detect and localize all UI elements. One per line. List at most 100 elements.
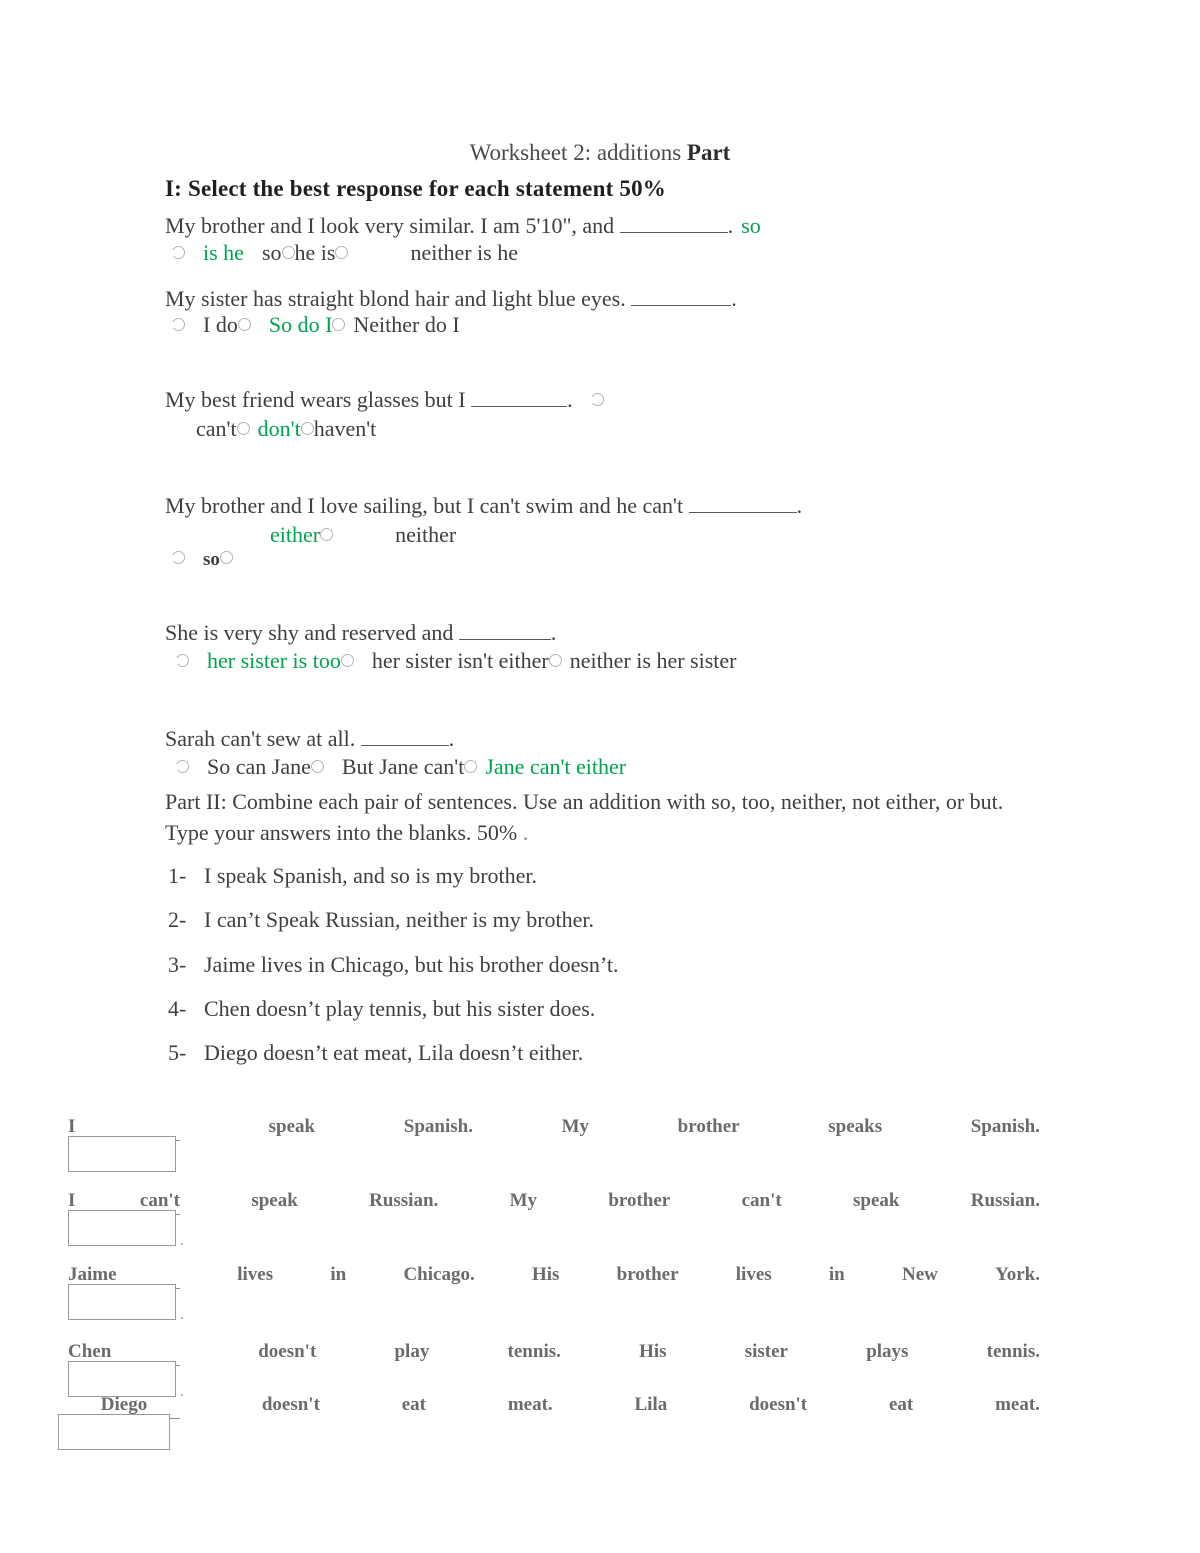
page-title: Worksheet 2: additions Part <box>165 140 1035 166</box>
question-4-options-upper: either neither <box>270 522 456 548</box>
exercise-row-3-input[interactable] <box>68 1284 176 1320</box>
exercise-row-3: Jaime lives in Chicago. His brother live… <box>68 1264 1040 1289</box>
question-2-option-1-label[interactable]: I do <box>203 312 238 337</box>
question-4-option-3-label[interactable]: so <box>203 549 220 570</box>
exercise-row-5: Diego doesn't eat meat. Lila doesn't eat… <box>68 1394 1040 1419</box>
exercise-row-3-word-1: lives <box>237 1264 274 1285</box>
exercise-row-5-word-4: Lila <box>634 1394 668 1415</box>
exercise-row-1-word-4: brother <box>677 1116 740 1137</box>
question-4-radio-3[interactable] <box>219 551 233 564</box>
question-5-stem: She is very shy and reserved and . <box>165 620 556 646</box>
exercise-row-5-word-7: meat. <box>995 1394 1040 1415</box>
exercise-row-4-word-7: tennis. <box>986 1341 1040 1362</box>
part2-answer-2-text: I can’t Speak Russian, neither is my bro… <box>204 907 595 932</box>
exercise-row-2-input[interactable] <box>68 1210 176 1246</box>
question-4-radio-2[interactable] <box>320 528 334 541</box>
question-3-options: can't don't haven't <box>196 416 376 442</box>
question-5-stem-after: . <box>550 620 557 645</box>
question-3-radio-3[interactable] <box>300 422 314 435</box>
question-4-radio-1[interactable] <box>171 551 185 564</box>
exercise-row-5-input[interactable] <box>58 1414 170 1450</box>
exercise-row-3-word-6: lives <box>735 1264 772 1285</box>
question-3-radio-2[interactable] <box>236 422 250 435</box>
question-2-radio-3[interactable] <box>332 318 346 331</box>
question-6-radio-1[interactable] <box>175 760 189 773</box>
question-6-option-3-label[interactable]: Jane can't either <box>485 754 626 779</box>
question-1-stem-after: . <box>727 213 734 238</box>
exercise-row-2-word-2: Russian. <box>369 1190 439 1211</box>
question-1-stem: My brother and I look very similar. I am… <box>165 213 761 239</box>
question-1-stem-text: My brother and I look very similar. I am… <box>165 213 620 238</box>
question-6-blank <box>360 728 449 746</box>
question-5-radio-2[interactable] <box>340 654 354 667</box>
question-2-option-2-label[interactable]: So do I <box>269 312 333 337</box>
question-6-radio-2[interactable] <box>310 760 324 773</box>
question-1-option-4-label[interactable]: neither is he <box>410 240 518 265</box>
exercise-row-1-word-2: Spanish. <box>403 1116 473 1137</box>
question-2-option-3-label[interactable]: Neither do I <box>353 312 459 337</box>
exercise-row-4-word-2: play <box>394 1341 430 1362</box>
exercise-row-3-word-3: Chicago. <box>403 1264 475 1285</box>
exercise-row-1-word-3: My <box>561 1116 590 1137</box>
question-3-option-2-label[interactable]: don't <box>258 416 301 441</box>
question-4-stem-text: My brother and I love sailing, but I can… <box>165 493 689 518</box>
part2-answer-3-text: Jaime lives in Chicago, but his brother … <box>204 952 619 977</box>
exercise-row-3-word-9: York. <box>995 1264 1040 1285</box>
question-2-stem-after: . <box>731 286 737 311</box>
question-1-radio-1[interactable] <box>171 246 185 259</box>
worksheet-page: Worksheet 2: additions Part I: Select th… <box>0 0 1200 1553</box>
part2-answer-4: 4- Chen doesn’t play tennis, but his sist… <box>168 996 595 1022</box>
exercise-row-2-word-5: can't <box>741 1190 782 1211</box>
exercise-row-2-word-1: speak <box>251 1190 298 1211</box>
part2-answer-3-number: 3- <box>168 952 187 977</box>
question-1-option-1-label[interactable]: is he <box>203 240 244 265</box>
question-6-option-1-label[interactable]: So can Jane <box>207 754 311 779</box>
question-5-option-1-label[interactable]: her sister is too <box>207 648 341 673</box>
exercise-row-5-word-6: eat <box>888 1394 914 1415</box>
question-4-option-2-label[interactable]: neither <box>395 522 456 547</box>
question-3-option-3-label[interactable]: haven't <box>314 416 377 441</box>
part2-instructions: Part II: Combine each pair of sentences.… <box>165 786 1037 848</box>
question-2-radio-2[interactable] <box>237 318 251 331</box>
part2-answer-4-text: Chen doesn’t play tennis, but his sister… <box>204 996 596 1021</box>
question-4-blank <box>688 495 797 513</box>
question-5-radio-3[interactable] <box>548 654 562 667</box>
question-2-blank <box>631 288 732 306</box>
exercise-row-2-word-3: My <box>509 1190 538 1211</box>
question-2-stem-text: My sister has straight blond hair and li… <box>165 286 632 311</box>
question-3-stem: My best friend wears glasses but I . <box>165 387 604 413</box>
question-2-options: I do So do I Neither do I <box>171 312 460 338</box>
exercise-row-1-word-6: Spanish. <box>970 1116 1040 1137</box>
question-1-option-3-label[interactable]: he is <box>295 240 336 265</box>
exercise-row-2-word-6: speak <box>852 1190 900 1211</box>
exercise-row-2-trailing-dot: . <box>180 1232 184 1249</box>
question-1-radio-2[interactable] <box>281 246 295 259</box>
question-6-option-2-label[interactable]: But Jane can't <box>342 754 464 779</box>
exercise-row-4-word-1: doesn't <box>258 1341 317 1362</box>
exercise-row-3-word-7: in <box>828 1264 845 1285</box>
exercise-row-5-word-1: doesn't <box>261 1394 320 1415</box>
question-5-stem-text: She is very shy and reserved and <box>165 620 459 645</box>
question-5-radio-1[interactable] <box>175 654 189 667</box>
question-3-option-1-label[interactable]: can't <box>196 416 237 441</box>
question-6-options: So can Jane But Jane can't Jane can't eith… <box>175 754 626 780</box>
question-4-stem: My brother and I love sailing, but I can… <box>165 493 802 519</box>
part2-answer-1-text: I speak Spanish, and so is my brother. <box>204 863 538 888</box>
question-2-radio-1[interactable] <box>171 318 185 331</box>
question-1-radio-3[interactable] <box>335 246 349 259</box>
part2-instructions-text: Part II: Combine each pair of sentences.… <box>165 789 1004 845</box>
exercise-row-5-word-5: doesn't <box>749 1394 808 1415</box>
question-3-radio-1[interactable] <box>590 393 604 406</box>
exercise-row-4-input[interactable] <box>68 1361 176 1397</box>
exercise-row-4-word-3: tennis. <box>507 1341 561 1362</box>
question-5-option-3-label[interactable]: neither is her sister <box>570 648 737 673</box>
question-5-option-2-label[interactable]: her sister isn't either <box>372 648 549 673</box>
question-6-radio-3[interactable] <box>464 760 478 773</box>
exercise-row-2-lead-word-2: can't <box>139 1190 180 1211</box>
question-4-option-1-label[interactable]: either <box>270 522 320 547</box>
question-1-option-2-label[interactable]: so <box>262 240 282 265</box>
question-1-option-so-inline[interactable]: so <box>741 213 761 238</box>
exercise-row-3-word-4: His <box>531 1264 560 1285</box>
exercise-row-4-word-6: plays <box>866 1341 909 1362</box>
exercise-row-1-input[interactable] <box>68 1136 176 1172</box>
